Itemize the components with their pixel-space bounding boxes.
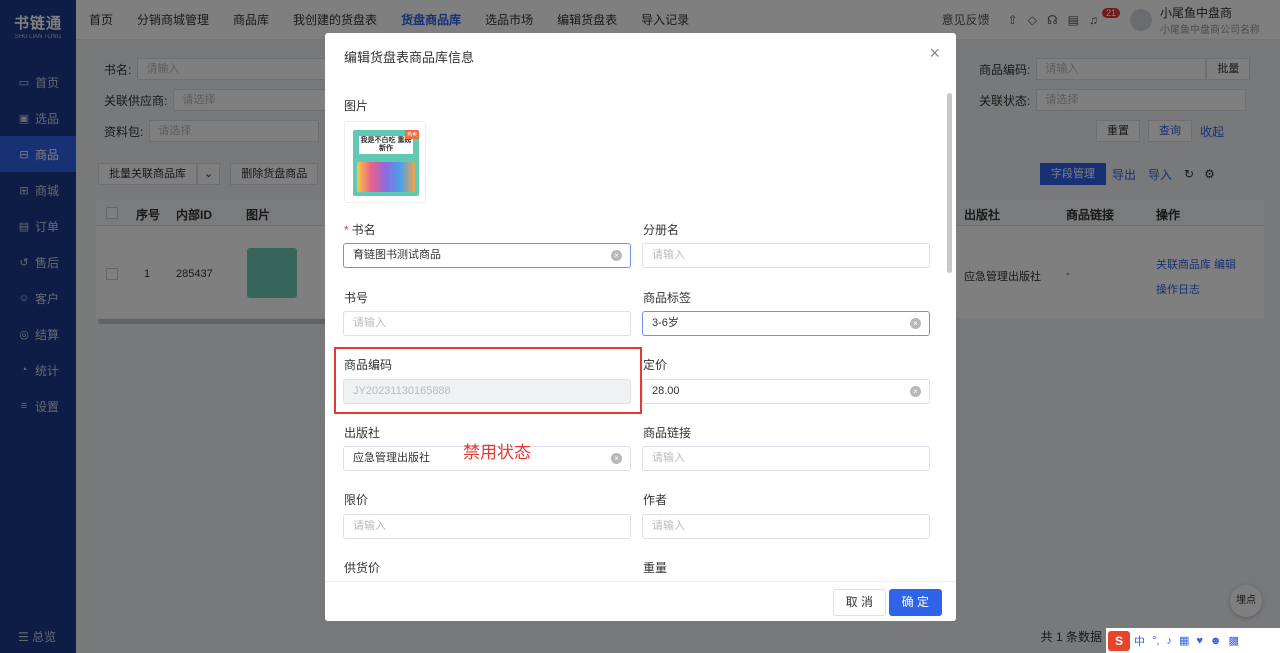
- supply-price-label: 供货价: [344, 561, 381, 575]
- product-link-field[interactable]: 请输入: [642, 446, 930, 471]
- clear-icon[interactable]: ×: [611, 250, 622, 261]
- limit-price-field[interactable]: 请输入: [343, 514, 631, 539]
- skin-icon[interactable]: ♥: [1196, 635, 1203, 647]
- modal-scrollbar[interactable]: [947, 93, 952, 273]
- modal-body: 图片 我是不白吃 重磅新作 热卖 * 书名 育链图书测试商品 × 分册名 请输入 书…: [325, 85, 956, 581]
- tag-label: 商品标签: [643, 291, 692, 305]
- edit-product-modal: 编辑货盘表商品库信息 × 图片 我是不白吃 重磅新作 热卖 * 书名 育链图书测试…: [325, 33, 956, 621]
- cancel-button[interactable]: 取 消: [832, 589, 886, 616]
- book-cover: 我是不白吃 重磅新作 热卖: [353, 130, 419, 196]
- tag-field[interactable]: 3-6岁 ×: [642, 311, 930, 336]
- volume-name-label: 分册名: [643, 223, 680, 237]
- grid-icon[interactable]: ▩: [1228, 634, 1238, 647]
- clear-icon[interactable]: ×: [910, 318, 921, 329]
- clear-icon[interactable]: ×: [611, 453, 622, 464]
- volume-name-field[interactable]: 请输入: [642, 243, 930, 268]
- clear-icon[interactable]: ×: [910, 386, 921, 397]
- publisher-label: 出版社: [344, 426, 381, 440]
- product-link-label: 商品链接: [643, 426, 692, 440]
- sogou-icon[interactable]: S: [1108, 630, 1130, 651]
- author-field[interactable]: 请输入: [642, 514, 930, 539]
- modal-footer: 取 消 确 定: [325, 581, 956, 621]
- keyboard-icon[interactable]: ▦: [1179, 634, 1189, 647]
- price-field[interactable]: 28.00 ×: [642, 379, 930, 404]
- modal-title: 编辑货盘表商品库信息: [344, 50, 475, 65]
- author-label: 作者: [643, 493, 668, 507]
- weight-label: 重量: [643, 561, 668, 575]
- ime-lang[interactable]: 中: [1134, 633, 1145, 649]
- emoji-icon[interactable]: ☻: [1210, 635, 1222, 647]
- confirm-button[interactable]: 确 定: [888, 589, 942, 616]
- close-icon[interactable]: ×: [929, 43, 940, 64]
- product-image[interactable]: 我是不白吃 重磅新作 热卖: [344, 121, 426, 203]
- microphone-icon[interactable]: ♪: [1166, 635, 1172, 647]
- book-name-label: * 书名: [344, 223, 376, 237]
- disabled-annotation: 禁用状态: [463, 443, 531, 462]
- punctuation-icon[interactable]: °,: [1152, 635, 1159, 647]
- disabled-highlight-box: [334, 347, 642, 414]
- ime-toolbar: S 中 °, ♪ ▦ ♥ ☻ ▩: [1106, 628, 1280, 653]
- book-name-field[interactable]: 育链图书测试商品 ×: [343, 243, 631, 268]
- book-no-field[interactable]: 请输入: [343, 311, 631, 336]
- image-label: 图片: [344, 99, 369, 113]
- limit-price-label: 限价: [344, 493, 369, 507]
- book-no-label: 书号: [344, 291, 369, 305]
- price-label: 定价: [643, 358, 668, 372]
